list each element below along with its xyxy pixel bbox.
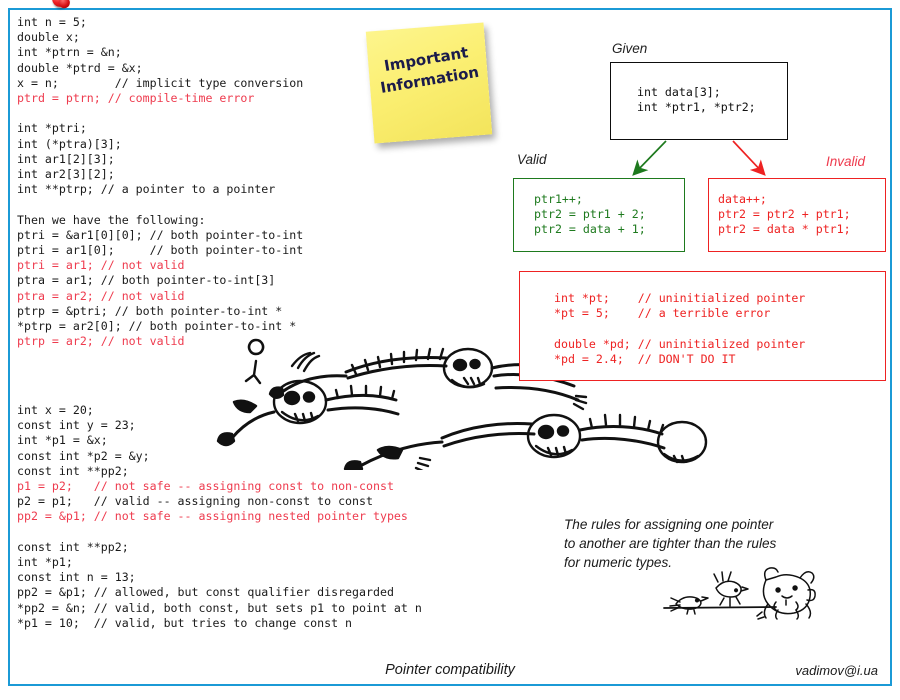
code-main-line-1: double x; (17, 30, 80, 45)
arrow-given-to-invalid (732, 140, 766, 176)
sticky-note: Important Information (365, 22, 493, 144)
slide-canvas: int n = 5; double x; int *ptrn = &n; dou… (0, 0, 900, 700)
code-const-line-10: int *p1; (17, 555, 73, 570)
code-const-line-7: pp2 = &p1; // not safe -- assigning nest… (17, 509, 408, 524)
label-given: Given (612, 41, 648, 56)
code-main-line-17: ptra = ar1; // both pointer-to-int[3] (17, 273, 276, 288)
arrow-given-to-valid (632, 140, 667, 176)
code-const-line-9: const int **pp2; (17, 539, 129, 554)
code-const-line-0: int x = 20; (17, 403, 94, 417)
code-main-line-4: x = n; // implicit type conversion (17, 75, 304, 90)
code-const-line-12: pp2 = &p1; // allowed, but const qualifi… (17, 585, 394, 600)
label-valid: Valid (517, 152, 547, 167)
footer-title: Pointer compatibility (385, 662, 515, 678)
code-main-line-11: int **ptrp; // a pointer to a pointer (17, 182, 276, 197)
code-main-line-14: ptri = &ar1[0][0]; // both pointer-to-in… (17, 227, 304, 242)
code-main-line-0: int n = 5; (17, 15, 87, 29)
code-main-blank-12 (17, 197, 303, 212)
box-given-declarations: int data[3]; int *ptr1, *ptr2; (610, 62, 788, 140)
box-invalid-operations: data++; ptr2 = ptr2 + ptr1; ptr2 = data … (708, 178, 886, 252)
code-main-line-16: ptri = ar1; // not valid (17, 258, 185, 273)
code-const-line-2: int *p1 = &x; (17, 433, 108, 448)
code-const-line-14: *p1 = 10; // valid, but tries to change … (17, 615, 353, 630)
code-main-line-15: ptri = ar1[0]; // both pointer-to-int (17, 243, 304, 258)
valid-code: ptr1++; ptr2 = ptr1 + 2; ptr2 = data + 1… (534, 192, 646, 237)
rules-note-line1: The rules for assigning one pointer (564, 517, 774, 532)
box-valid-operations: ptr1++; ptr2 = ptr1 + 2; ptr2 = data + 1… (513, 178, 685, 252)
code-main-line-21: ptrp = ar2; // not valid (17, 334, 185, 349)
given-code: int data[3]; int *ptr1, *ptr2; (637, 85, 756, 115)
code-main-line-2: int *ptrn = &n; (17, 45, 122, 60)
code-const-line-1: const int y = 23; (17, 418, 136, 433)
invalid-code: data++; ptr2 = ptr2 + ptr1; ptr2 = data … (718, 192, 851, 237)
code-main-line-18: ptra = ar2; // not valid (17, 288, 185, 303)
code-const-line-3: const int *p2 = &y; (17, 448, 150, 463)
code-const-line-5: p1 = p2; // not safe -- assigning const … (17, 479, 394, 494)
code-const-blank-8 (17, 525, 422, 540)
code-main-line-19: ptrp = &ptri; // both pointer-to-int * (17, 303, 283, 318)
code-main-line-3: double *ptrd = &x; (17, 60, 143, 75)
code-const-line-6: p2 = p1; // valid -- assigning non-const… (17, 494, 373, 509)
label-invalid: Invalid (826, 154, 866, 169)
code-const-line-13: *pp2 = &n; // valid, both const, but set… (17, 600, 422, 615)
code-main-blank-6 (17, 106, 303, 121)
box-uninitialized-pointers: int *pt; // uninitialized pointer *pt = … (519, 271, 886, 381)
code-main-line-8: int (*ptra)[3]; (17, 136, 122, 151)
pushpin-head-inner (58, 0, 71, 9)
code-const-line-11: const int n = 13; (17, 570, 136, 585)
dog-and-birds-drawing (663, 567, 816, 620)
pushpin-icon (51, 0, 71, 11)
code-main-line-5: ptrd = ptrn; // compile-time error (17, 91, 255, 106)
rules-note-line2: to another are tighter than the rules (564, 536, 777, 551)
footer-email: vadimov@i.ua (795, 663, 878, 678)
code-main-line-7: int *ptri; (17, 121, 87, 136)
code-main-line-10: int ar2[3][2]; (17, 167, 115, 182)
uninitialized-code: int *pt; // uninitialized pointer *pt = … (554, 291, 806, 366)
code-main-line-9: int ar1[2][3]; (17, 151, 115, 166)
code-block-pointer-compatibility: int n = 5; double x; int *ptrn = &n; dou… (17, 15, 303, 349)
code-const-line-4: const int **pp2; (17, 463, 129, 478)
code-main-line-13: Then we have the following: (17, 212, 206, 227)
